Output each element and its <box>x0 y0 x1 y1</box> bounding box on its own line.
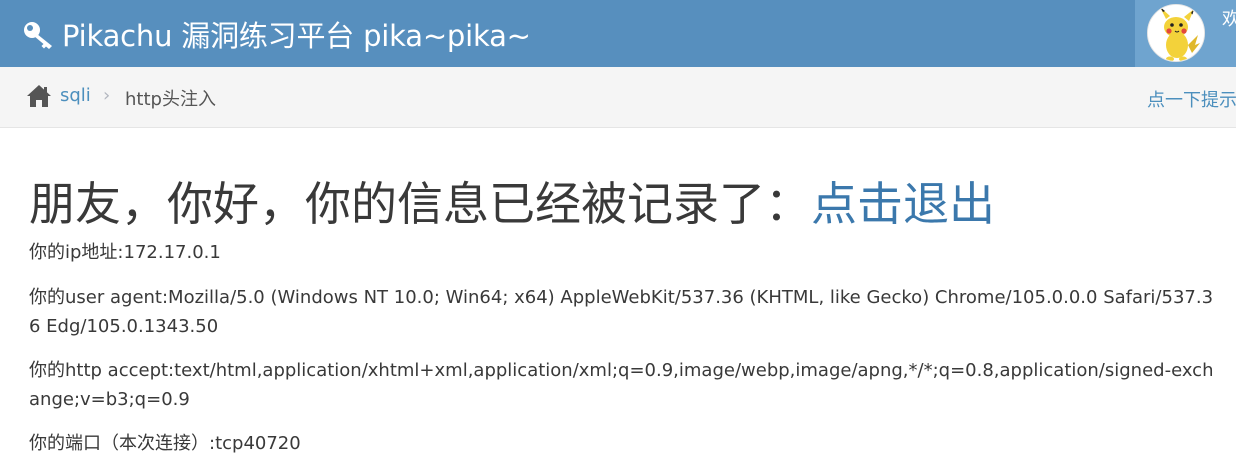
logout-link[interactable]: 点击退出 <box>811 177 995 231</box>
welcome-text: 欢迎 <box>1222 9 1236 30</box>
http-accept-info: 你的http accept:text/html,application/xhtm… <box>29 360 1214 410</box>
heading-text: 朋友，你好，你的信息已经被记录了： <box>29 177 811 231</box>
home-icon[interactable] <box>26 84 52 108</box>
key-icon <box>24 21 52 49</box>
breadcrumb: sqli › http头注入 点一下提示 <box>0 67 1236 128</box>
ip-info: 你的ip地址:172.17.0.1 <box>29 242 221 263</box>
port-info: 你的端口（本次连接）:tcp40720 <box>29 433 301 454</box>
user-menu[interactable]: 欢迎 <box>1135 0 1236 67</box>
user-agent-info: 你的user agent:Mozilla/5.0 (Windows NT 10.… <box>29 287 1214 337</box>
user-avatar <box>1147 4 1205 62</box>
page-heading: 朋友，你好，你的信息已经被记录了：点击退出 <box>29 168 995 234</box>
chevron-right-icon: › <box>103 85 111 106</box>
breadcrumb-sqli-link[interactable]: sqli <box>60 85 91 106</box>
brand-title: Pikachu 漏洞练习平台 pika~pika~ <box>62 18 531 53</box>
navbar: Pikachu 漏洞练习平台 pika~pika~ 欢迎 <box>0 0 1236 67</box>
hint-link[interactable]: 点一下提示 <box>1147 86 1236 112</box>
brand-link[interactable]: Pikachu 漏洞练习平台 pika~pika~ <box>22 0 531 67</box>
pikachu-avatar <box>1148 5 1204 61</box>
breadcrumb-current: http头注入 <box>125 89 216 110</box>
